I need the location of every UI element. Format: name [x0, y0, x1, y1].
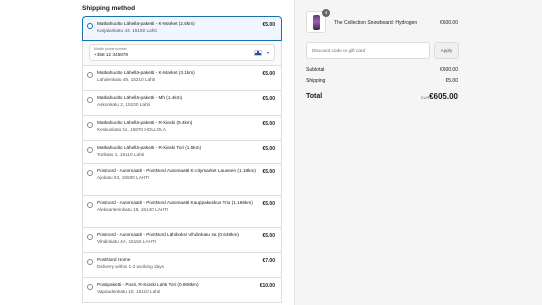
shipping-option-price: €5.00: [262, 96, 275, 102]
apply-button[interactable]: Apply: [434, 42, 459, 59]
shipping-option-price: €5.00: [262, 201, 275, 207]
shipping-option-price: €5.00: [262, 22, 275, 28]
shipping-value: €5.00: [445, 78, 458, 84]
shipping-option-name: Matkahuolto Lähellä-paketti - Mh (1.4km): [97, 95, 183, 100]
snowboard-image: [313, 15, 320, 30]
shipping-option-name: Postnord - Automaatti - PostNord Automaa…: [97, 168, 256, 173]
shipping-option[interactable]: Matkahuolto Lähellä-paketti - Mh (1.4km)…: [82, 91, 282, 116]
discount-code-input[interactable]: Discount code or gift card: [306, 42, 430, 59]
phone-input[interactable]: +358 12 345678: [94, 52, 270, 57]
phone-label: Mobile phone number: [94, 47, 127, 51]
shipping-option[interactable]: Matkahuolto Lähellä-paketti - R-kioski T…: [82, 141, 282, 164]
shipping-option-price: €10.00: [259, 283, 275, 289]
shipping-option-price: €7.00: [262, 258, 275, 264]
shipping-option-price: €5.00: [262, 146, 275, 152]
shipping-option[interactable]: PostNord Home Delivery within 1-2 workin…: [82, 253, 282, 278]
phone-field[interactable]: Mobile phone number +358 12 345678 ▾: [89, 44, 275, 61]
shipping-method-title: Shipping method: [82, 5, 136, 12]
shipping-option-price: €5.00: [262, 233, 275, 239]
radio-icon[interactable]: [87, 122, 93, 128]
quantity-badge: 4: [322, 9, 330, 17]
shipping-option-address: Karjalankatu 43, 15150 Lahti: [97, 28, 157, 33]
shipping-option-name: Postipaketti - Posti, R-Kioski Lahti Tor…: [97, 282, 199, 287]
radio-icon[interactable]: [87, 170, 93, 176]
shipping-option-address: Torikatu 1, 15110 Lahti: [97, 152, 145, 157]
shipping-options-list: Matkahuolto Lähellä-paketti - K-Market (…: [82, 16, 282, 303]
shipping-option-price: €5.00: [262, 169, 275, 175]
shipping-option-name: Matkahuolto Lähellä-paketti - R-kioski T…: [97, 145, 202, 150]
finland-flag-icon[interactable]: [254, 50, 262, 56]
radio-icon[interactable]: [87, 147, 93, 153]
radio-icon[interactable]: [87, 72, 93, 78]
shipping-option-address: Lahdenkatu 48, 15210 Lahti: [97, 77, 156, 82]
radio-icon[interactable]: [87, 234, 93, 240]
shipping-option-price: €5.00: [262, 71, 275, 77]
shipping-option-address: Ajokatu 53, 15500 LAHTI: [97, 175, 150, 180]
product-name: The Collection Snowboard: Hydrogen: [334, 20, 418, 26]
shipping-option-name: Matkahuolto Lähellä-paketti - R-kioski (…: [97, 120, 193, 125]
shipping-option-name: Matkahuolto Lähellä-paketti - K-Market (…: [97, 21, 195, 26]
shipping-option-address: Askonkatu 2, 15100 Lahti: [97, 102, 150, 107]
shipping-option-name: Postnord - Automaatti - PostNord Automaa…: [97, 200, 253, 205]
shipping-option-selected[interactable]: Matkahuolto Lähellä-paketti - K-Market (…: [82, 16, 282, 41]
radio-icon[interactable]: [87, 284, 93, 290]
chevron-down-icon[interactable]: ▾: [267, 50, 269, 55]
shipping-option[interactable]: Postipaketti - Posti, R-Kioski Lahti Tor…: [82, 278, 282, 303]
total-label: Total: [306, 93, 323, 100]
radio-icon[interactable]: [87, 259, 93, 265]
shipping-option-name: Matkahuolto Lähellä-paketti - K-Market (…: [97, 70, 195, 75]
shipping-option[interactable]: Matkahuolto Lähellä-paketti - R-kioski (…: [82, 116, 282, 141]
shipping-option-name: Postnord - Automaatti - PostNord Lähibok…: [97, 232, 239, 237]
shipping-option-price: €5.00: [262, 121, 275, 127]
phone-section: Mobile phone number +358 12 345678 ▾: [82, 41, 282, 66]
radio-icon[interactable]: [87, 202, 93, 208]
shipping-option-address: Vapaudenkatu 10, 15110 Lahti: [97, 289, 161, 294]
shipping-option-address: Aleksanterinkatu 18, 15140 LAHTI: [97, 207, 169, 212]
radio-icon[interactable]: [87, 97, 93, 103]
subtotal-label: Subtotal: [306, 67, 325, 73]
shipping-option-address: Keskuskatu 11, 15870 HOLLOLA: [97, 127, 166, 132]
shipping-option[interactable]: Postnord - Automaatti - PostNord Lähibok…: [82, 228, 282, 253]
shipping-option-address: Vihdinkatu 4A, 15160 LAHTI: [97, 239, 157, 244]
product-price: €600.00: [439, 20, 458, 26]
shipping-option[interactable]: Postnord - Automaatti - PostNord Automaa…: [82, 196, 282, 228]
shipping-option-address: Delivery within 1-2 working days: [97, 264, 164, 269]
shipping-label: Shipping: [306, 78, 326, 84]
subtotal-value: €600.00: [439, 67, 458, 73]
shipping-option-name: PostNord Home: [97, 257, 131, 262]
shipping-option[interactable]: Postnord - Automaatti - PostNord Automaa…: [82, 164, 282, 196]
radio-selected-icon[interactable]: [87, 23, 93, 29]
total-value: €605.00: [429, 92, 458, 101]
shipping-panel: Shipping method Matkahuolto Lähellä-pake…: [0, 0, 294, 305]
shipping-option[interactable]: Matkahuolto Lähellä-paketti - K-Market (…: [82, 66, 282, 91]
